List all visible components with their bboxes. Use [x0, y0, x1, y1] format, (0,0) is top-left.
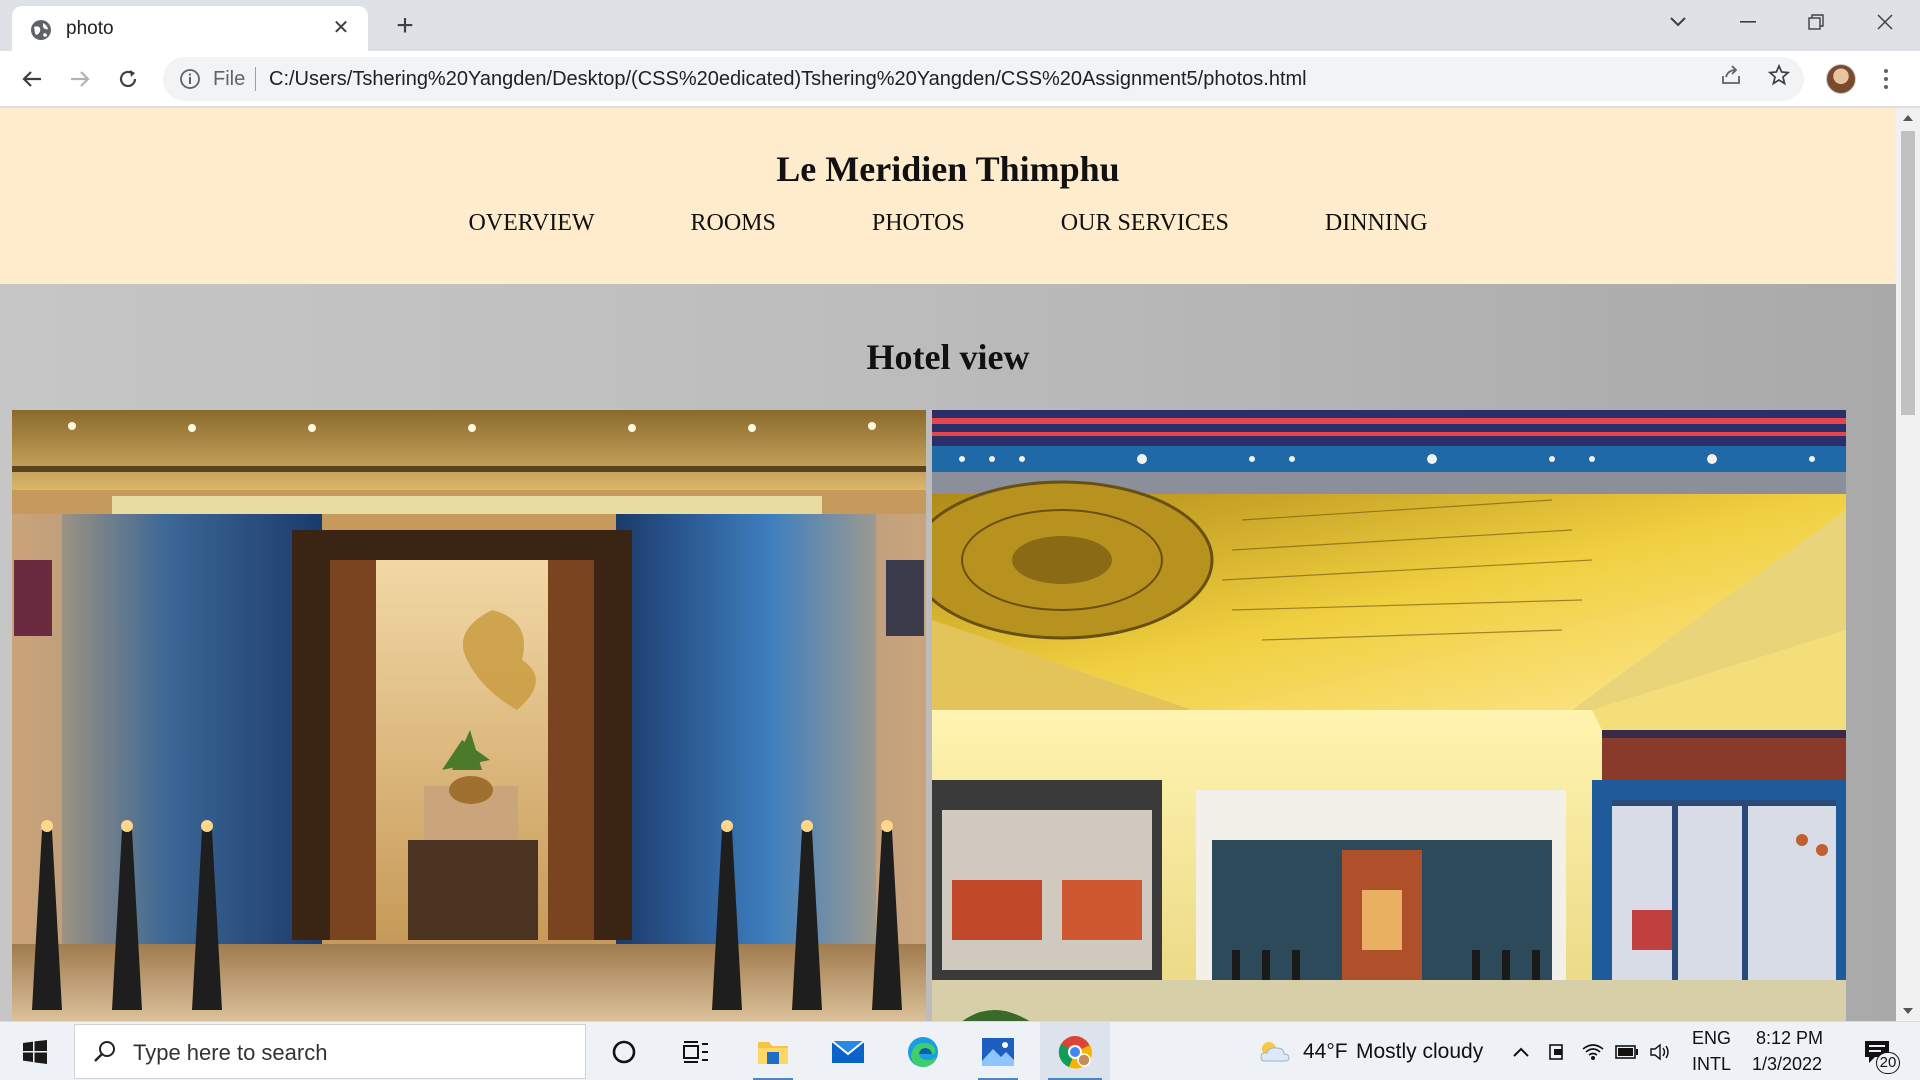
photos-app-icon[interactable] — [970, 1022, 1026, 1080]
minimize-button[interactable] — [1718, 0, 1778, 44]
nav-our-services[interactable]: OUR SERVICES — [1061, 210, 1229, 237]
keyboard-layout[interactable]: INTL — [1692, 1054, 1731, 1075]
tab-search-icon[interactable] — [1648, 0, 1708, 44]
info-icon[interactable] — [179, 68, 201, 90]
clock-time[interactable]: 8:12 PM — [1756, 1028, 1823, 1049]
tab-title: photo — [66, 18, 114, 39]
profile-avatar[interactable] — [1826, 64, 1856, 94]
battery-icon[interactable] — [1612, 1022, 1642, 1080]
chrome-icon[interactable] — [1040, 1022, 1110, 1080]
nav-rooms[interactable]: ROOMS — [691, 210, 776, 237]
file-scheme-label: File — [213, 68, 246, 90]
wifi-icon[interactable] — [1578, 1022, 1608, 1080]
weather-temperature[interactable]: 44°F — [1303, 1040, 1348, 1064]
browser-tabstrip: photo ✕ + — [0, 0, 1920, 51]
weather-description[interactable]: Mostly cloudy — [1356, 1040, 1483, 1064]
bookmark-star-icon[interactable] — [1765, 61, 1793, 89]
language-code[interactable]: ENG — [1692, 1028, 1731, 1049]
browser-toolbar: File C:/Users/Tshering%20Yangden/Desktop… — [0, 51, 1920, 107]
task-view-icon[interactable] — [670, 1022, 722, 1080]
share-icon[interactable] — [1717, 61, 1745, 89]
page-viewport: Le Meridien Thimphu OVERVIEW ROOMS PHOTO… — [0, 108, 1896, 1021]
edge-icon[interactable] — [895, 1022, 951, 1080]
mail-icon[interactable] — [820, 1022, 876, 1080]
volume-icon[interactable] — [1646, 1022, 1676, 1080]
site-title: Le Meridien Thimphu — [776, 149, 1120, 189]
scroll-up-arrow[interactable] — [1896, 108, 1920, 128]
taskbar-search-box[interactable]: Type here to search — [74, 1024, 586, 1079]
notification-center-icon[interactable]: 20 — [1852, 1022, 1904, 1080]
windows-taskbar: Type here to search 44°F Mostly cloudy E… — [0, 1021, 1920, 1080]
new-tab-button[interactable]: + — [388, 10, 422, 44]
notification-count-badge: 20 — [1876, 1052, 1900, 1074]
photo-gallery: Hotel view — [0, 284, 1896, 1021]
browser-tab[interactable]: photo ✕ — [12, 6, 368, 51]
main-nav: OVERVIEW ROOMS PHOTOS OUR SERVICES DINNI… — [0, 210, 1896, 237]
windows-start-icon[interactable] — [0, 1022, 70, 1080]
meet-now-icon[interactable] — [1542, 1022, 1572, 1080]
restore-button[interactable] — [1786, 0, 1846, 44]
clock-date[interactable]: 1/3/2022 — [1752, 1054, 1822, 1075]
scroll-down-arrow[interactable] — [1896, 1001, 1920, 1021]
forward-button[interactable] — [62, 61, 98, 97]
site-header: Le Meridien Thimphu OVERVIEW ROOMS PHOTO… — [0, 108, 1896, 284]
globe-icon — [31, 20, 51, 40]
url-text[interactable]: C:/Users/Tshering%20Yangden/Desktop/(CSS… — [269, 68, 1307, 91]
search-placeholder: Type here to search — [133, 1040, 328, 1065]
hotel-exterior-photo — [932, 410, 1846, 1021]
close-window-button[interactable] — [1855, 0, 1915, 44]
nav-dinning[interactable]: DINNING — [1325, 210, 1428, 237]
search-icon — [94, 1041, 115, 1062]
scroll-thumb[interactable] — [1901, 131, 1915, 415]
nav-overview[interactable]: OVERVIEW — [468, 210, 594, 237]
tray-overflow-icon[interactable] — [1506, 1022, 1536, 1080]
cortana-icon[interactable] — [598, 1022, 650, 1080]
address-divider — [255, 67, 256, 91]
reload-button[interactable] — [110, 61, 146, 97]
browser-menu-icon[interactable] — [1874, 64, 1898, 94]
file-explorer-icon[interactable] — [745, 1022, 801, 1080]
nav-photos[interactable]: PHOTOS — [872, 210, 965, 237]
section-title: Hotel view — [866, 337, 1030, 377]
page-scrollbar[interactable] — [1896, 108, 1920, 1021]
back-button[interactable] — [14, 61, 50, 97]
hotel-lobby-photo — [12, 410, 926, 1021]
weather-cloud-icon[interactable] — [1256, 1022, 1292, 1080]
address-bar[interactable]: File C:/Users/Tshering%20Yangden/Desktop… — [163, 57, 1804, 101]
tab-close-icon[interactable]: ✕ — [328, 15, 354, 41]
